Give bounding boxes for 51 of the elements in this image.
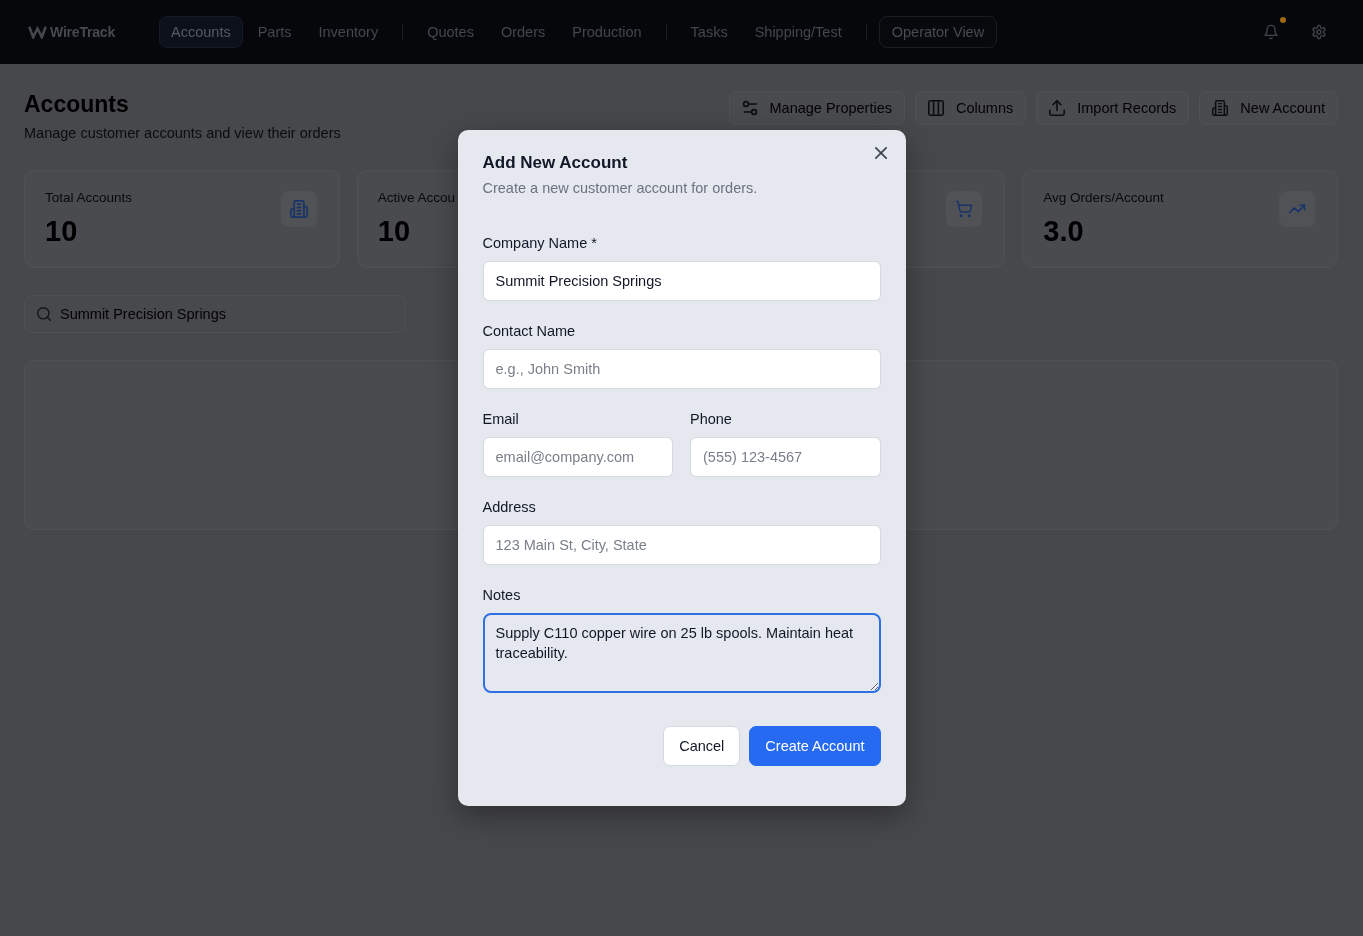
page-title: Accounts xyxy=(24,90,130,118)
shopping-cart-icon xyxy=(946,191,983,227)
stat-value: 10 xyxy=(45,214,78,248)
search-icon xyxy=(37,307,51,321)
cancel-button[interactable]: Cancel xyxy=(663,726,741,766)
nav-tab[interactable]: Parts xyxy=(245,16,304,48)
nav-tab[interactable]: Production xyxy=(560,16,654,48)
nav-tab[interactable]: Accounts xyxy=(159,16,243,48)
dialog-title: Add New Account xyxy=(482,152,629,174)
nav-tab[interactable]: Tasks xyxy=(678,16,740,48)
notes-textarea[interactable]: Supply C110 copper wire on 25 lb spools. Maintain heat traceability. xyxy=(482,613,881,693)
search-field[interactable]: Summit Precision Springs xyxy=(24,295,406,333)
field-label: Phone xyxy=(690,410,732,429)
nav-tab[interactable]: Orders xyxy=(488,16,558,48)
nav-tab[interactable]: Quotes xyxy=(415,16,486,48)
nav-tab[interactable]: Shipping/Test xyxy=(742,16,854,48)
stat-value: 10 xyxy=(377,214,410,248)
field-label: Contact Name xyxy=(482,322,576,341)
field-label: Notes xyxy=(482,586,521,605)
nav-tab[interactable]: Inventory xyxy=(306,16,391,48)
text-input-field[interactable]: Summit Precision Springs xyxy=(482,261,881,301)
stat-label: Active Accou xyxy=(377,189,456,207)
app-logo-text[interactable]: WireTrack xyxy=(50,24,115,40)
building-icon xyxy=(280,191,317,227)
text-input-field[interactable]: email@company.com xyxy=(482,437,673,477)
sliders-icon xyxy=(741,100,758,116)
text-input-field[interactable]: 123 Main St, City, State xyxy=(482,525,881,565)
create-account-button[interactable]: Create Account xyxy=(749,726,881,766)
field-label: Company Name * xyxy=(482,234,597,253)
trend-up-icon xyxy=(1279,191,1315,227)
upload-icon xyxy=(1049,100,1066,116)
stat-value: 3.0 xyxy=(1043,214,1084,248)
stat-label: Total Accounts xyxy=(45,189,133,207)
operator-view-button[interactable]: Operator View xyxy=(878,16,998,48)
bell-icon[interactable] xyxy=(1263,24,1279,40)
page-subtitle: Manage customer accounts and view their orders xyxy=(24,124,341,143)
close-icon xyxy=(874,147,887,159)
header-action-button[interactable]: Import Records xyxy=(1036,91,1190,125)
field-label: Email xyxy=(482,410,519,429)
building-icon xyxy=(1212,100,1229,116)
columns-icon xyxy=(928,100,944,116)
settings-icon[interactable] xyxy=(1311,24,1327,40)
text-input-field[interactable]: (555) 123-4567 xyxy=(690,437,881,477)
header-action-button[interactable]: Manage Properties xyxy=(728,91,905,125)
header-action-button[interactable]: Columns xyxy=(915,91,1027,125)
text-input-field[interactable]: e.g., John Smith xyxy=(482,349,881,389)
field-label: Address xyxy=(482,498,536,517)
zigzag-logo-icon[interactable] xyxy=(28,25,47,39)
header-action-button[interactable]: New Account xyxy=(1199,91,1338,125)
stat-label: Avg Orders/Account xyxy=(1043,189,1164,207)
dialog-subtitle: Create a new customer account for orders. xyxy=(482,179,759,198)
